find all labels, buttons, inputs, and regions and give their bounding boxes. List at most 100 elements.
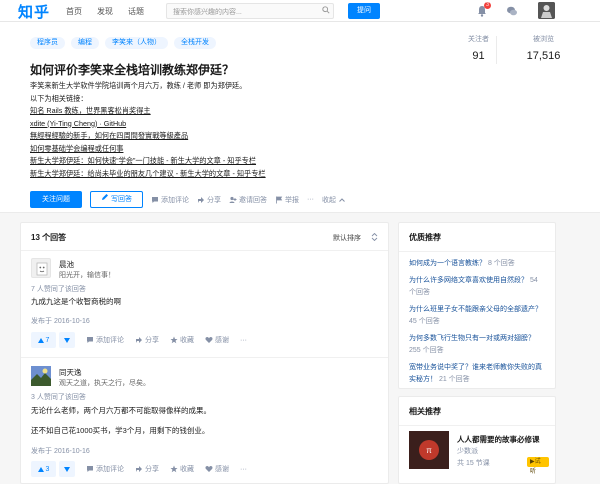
share-label: 分享 <box>145 337 159 344</box>
more-dots-icon: ··· <box>240 465 247 473</box>
main-nav: 首页 发现 话题 <box>66 6 144 17</box>
share-icon <box>198 196 204 203</box>
live-author: 少数派 <box>457 448 478 455</box>
views-label: 被浏览 <box>533 36 554 43</box>
detail-link[interactable]: 無經程經驗的新手，如何在四周間發實戰等級產品 <box>30 130 420 143</box>
topic-tag[interactable]: 程序员 <box>30 37 65 49</box>
more-dots-icon: ··· <box>240 336 247 344</box>
question-actions: 关注问题 写回答 添加评论 分享 邀请回答 举报 ··· 收起 <box>30 191 346 208</box>
invite-icon <box>229 196 237 203</box>
nav-explore[interactable]: 发现 <box>97 6 113 17</box>
recommend-count: 8 个回答 <box>487 260 515 267</box>
share-button[interactable]: 分享 <box>197 195 221 205</box>
more-button[interactable]: ··· <box>240 466 247 473</box>
recommend-item: 为什么班里子女不能跟亲父母的全部遗产？ 45 个回答 <box>399 304 555 328</box>
recommend-link[interactable]: 宽带业务说中奖了？谁来老师教你失败的真实秘方！ <box>409 364 542 383</box>
topic-tag[interactable]: 李笑来（人物） <box>105 37 168 49</box>
triangle-up-icon <box>37 337 44 343</box>
upvote-button[interactable]: 7 <box>31 332 56 348</box>
recommend-item: 为什么许多网络文章喜欢使用自然段？ 54 个回答 <box>399 275 555 299</box>
preview-badge[interactable]: ▶试听 <box>527 457 549 475</box>
nav-topics[interactable]: 话题 <box>128 6 144 17</box>
star-icon <box>170 336 178 344</box>
question-stats: 关注者 91 被浏览 17,516 <box>446 34 576 62</box>
detail-link[interactable]: 知名 Rails 教练，世界黑客松肖奖得主 <box>30 105 420 118</box>
heart-icon <box>205 337 213 343</box>
vote-summary: 7 人赞同了该回答 <box>31 286 86 293</box>
collect-button[interactable]: 收藏 <box>170 464 194 474</box>
live-title: 人人都需要的故事必修课 <box>457 435 540 444</box>
recommend-link[interactable]: 如何成为一个语言教练？ <box>409 260 486 267</box>
upvote-button[interactable]: 3 <box>31 461 56 477</box>
author-name[interactable]: 晨池 <box>59 259 74 270</box>
thanks-label: 感谢 <box>215 337 229 344</box>
collect-button[interactable]: 收藏 <box>170 335 194 345</box>
comment-button[interactable]: 添加评论 <box>86 335 124 345</box>
answer-text: 无论什么老师，两个月六万都不可能取得像样的成果。 还不如自己花1000买书，学3… <box>31 404 211 438</box>
thanks-button[interactable]: 感谢 <box>205 464 229 474</box>
search-input[interactable]: 搜索你感兴趣的内容... <box>166 3 334 19</box>
sort-icon[interactable] <box>371 233 378 241</box>
answers-header: 13 个回答 默认排序 <box>21 223 388 251</box>
ask-button[interactable]: 提问 <box>348 3 380 19</box>
live-cover-image: π <box>409 431 449 469</box>
answer-actions: 3 添加评论 分享 收藏 感谢 ··· <box>31 461 247 477</box>
topic-tag[interactable]: 全栈开发 <box>174 37 216 49</box>
more-button[interactable]: ··· <box>307 196 314 203</box>
chevron-up-icon <box>339 197 345 202</box>
report-button[interactable]: 举报 <box>275 195 299 205</box>
upvote-count: 3 <box>45 465 50 473</box>
topic-tag[interactable]: 编程 <box>71 37 99 49</box>
recommend-count: 21 个回答 <box>438 376 470 383</box>
add-comment-label: 添加评论 <box>161 196 189 204</box>
followers-stat[interactable]: 关注者 91 <box>446 34 511 62</box>
answer-date[interactable]: 发布于 2016-10-16 <box>31 446 90 456</box>
related-live-item[interactable]: π 人人都需要的故事必修课 少数派 共 15 节课 ▶试听 <box>409 431 549 475</box>
detail-line: 以下为相关链接： <box>30 93 88 103</box>
recommend-link[interactable]: 为何多数飞行生物只有一对或两对翅膀？ <box>409 335 535 342</box>
topic-tags: 程序员 编程 李笑来（人物） 全栈开发 <box>30 37 216 49</box>
author-avatar[interactable] <box>31 366 51 386</box>
nav-home[interactable]: 首页 <box>66 6 82 17</box>
recommend-link[interactable]: 为什么许多网络文章喜欢使用自然段？ <box>409 277 528 284</box>
author-name[interactable]: 同天逸 <box>59 367 82 378</box>
recommend-count: 255 个回答 <box>409 347 444 354</box>
user-avatar[interactable] <box>538 2 555 19</box>
invite-answer-button[interactable]: 邀请回答 <box>229 195 267 205</box>
collapse-button[interactable]: 收起 <box>322 195 346 205</box>
answer-date[interactable]: 发布于 2016-10-16 <box>31 316 90 326</box>
more-button[interactable]: ··· <box>240 337 247 344</box>
answers-card: 13 个回答 默认排序 晨池 阳光开，输信事！ 7 人赞同了该回答 九成九这是个… <box>20 222 389 484</box>
detail-link[interactable]: 新生大学郑伊廷：给尚未毕业的朋友几个建议 - 新生大学的文章 - 知乎专栏 <box>30 168 420 181</box>
triangle-down-icon <box>64 337 70 343</box>
detail-link[interactable]: 新生大学郑伊廷：如何快速“学会”一门技能 - 新生大学的文章 - 知乎专栏 <box>30 155 420 168</box>
follow-question-button[interactable]: 关注问题 <box>30 191 82 208</box>
recommend-count: 45 个回答 <box>409 318 440 325</box>
sort-dropdown[interactable]: 默认排序 <box>333 233 361 243</box>
comment-icon <box>87 466 93 472</box>
share-button[interactable]: 分享 <box>135 335 159 345</box>
write-answer-button[interactable]: 写回答 <box>90 191 143 208</box>
share-button[interactable]: 分享 <box>135 464 159 474</box>
downvote-button[interactable] <box>59 461 75 477</box>
add-comment-button[interactable]: 添加评论 <box>151 195 189 205</box>
downvote-button[interactable] <box>59 332 75 348</box>
collect-label: 收藏 <box>180 466 194 473</box>
author-bio: 阳光开，输信事！ <box>59 272 115 279</box>
star-icon <box>170 465 178 473</box>
message-icon[interactable] <box>506 5 518 17</box>
comment-label: 添加评论 <box>96 337 124 344</box>
thanks-button[interactable]: 感谢 <box>205 335 229 345</box>
author-avatar[interactable] <box>31 258 51 278</box>
detail-link[interactable]: 如何零基础学会编程或任何事 <box>30 143 420 156</box>
share-icon <box>136 466 142 472</box>
recommend-link[interactable]: 为什么班里子女不能跟亲父母的全部遗产？ <box>409 306 542 313</box>
zhihu-logo[interactable]: 知乎 <box>18 1 50 22</box>
detail-link[interactable]: xdite (Yi-Ting Cheng) · GitHub <box>30 118 420 131</box>
search-icon[interactable] <box>322 6 330 14</box>
vote-group: 7 <box>31 332 75 348</box>
comment-icon <box>87 337 93 343</box>
thanks-label: 感谢 <box>215 466 229 473</box>
related-title: 相关推荐 <box>399 397 555 426</box>
comment-button[interactable]: 添加评论 <box>86 464 124 474</box>
